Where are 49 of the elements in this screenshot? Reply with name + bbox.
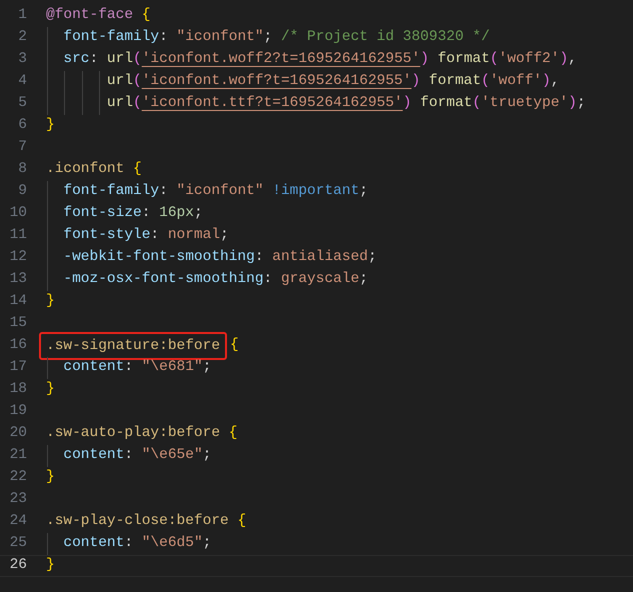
code-line: } <box>46 116 55 136</box>
line-number: 3 <box>17 50 27 70</box>
line-number: 1 <box>17 6 27 26</box>
code-line: } <box>46 292 55 312</box>
code-line: font-family: "iconfont" !important; <box>62 182 368 202</box>
code-line: font-style: normal; <box>62 226 229 246</box>
line-number: 14 <box>8 292 27 312</box>
code-line: .iconfont { <box>46 160 142 180</box>
code-line: { <box>230 336 239 356</box>
code-line: .sw-play-close:before { <box>46 512 246 532</box>
highlighted-selector: .sw-signature:before <box>39 332 228 360</box>
code-line: content: "\e65e"; <box>62 446 212 466</box>
code-line: .sw-auto-play:before { <box>46 424 238 444</box>
line-number: 19 <box>8 402 27 422</box>
line-number: 24 <box>8 512 27 532</box>
code-line: } <box>46 468 55 488</box>
line-number: 23 <box>8 490 27 510</box>
line-number: 4 <box>17 72 27 92</box>
code-line: src: url('iconfont.woff2?t=1695264162955') format('woff2'), <box>62 50 577 70</box>
code-line: content: "\e6d5"; <box>62 534 212 554</box>
line-number: 10 <box>8 204 27 224</box>
line-number: 20 <box>8 424 27 444</box>
line-number: 6 <box>17 116 27 136</box>
line-number: 8 <box>17 160 27 180</box>
code-line: } <box>46 556 55 576</box>
line-number: 7 <box>17 138 27 158</box>
line-number: 21 <box>8 446 27 466</box>
line-number: 17 <box>8 358 27 378</box>
code-line: font-family: "iconfont"; /* Project id 3809320 */ <box>62 28 490 48</box>
line-number: 26 <box>8 556 27 576</box>
line-number: 12 <box>8 248 27 268</box>
code-line: content: "\e681"; <box>62 358 212 378</box>
line-number: 25 <box>8 534 27 554</box>
line-number: 13 <box>8 270 27 290</box>
line-number: 16 <box>8 336 27 356</box>
line-number: 11 <box>8 226 27 246</box>
line-number: 2 <box>17 28 27 48</box>
code-line: -moz-osx-font-smoothing: grayscale; <box>62 270 368 290</box>
line-number: 15 <box>8 314 27 334</box>
line-number: 18 <box>8 380 27 400</box>
line-number: 22 <box>8 468 27 488</box>
code-line: @font-face { <box>46 6 150 26</box>
code-line: } <box>46 380 55 400</box>
line-number: 9 <box>17 182 27 202</box>
code-line: font-size: 16px; <box>62 204 203 224</box>
code-line: -webkit-font-smoothing: antialiased; <box>62 248 377 268</box>
code-line: url('iconfont.woff?t=1695264162955') format('woff'), <box>106 72 560 92</box>
line-number: 5 <box>17 94 27 114</box>
code-line: url('iconfont.ttf?t=1695264162955') format('truetype'); <box>106 94 586 114</box>
